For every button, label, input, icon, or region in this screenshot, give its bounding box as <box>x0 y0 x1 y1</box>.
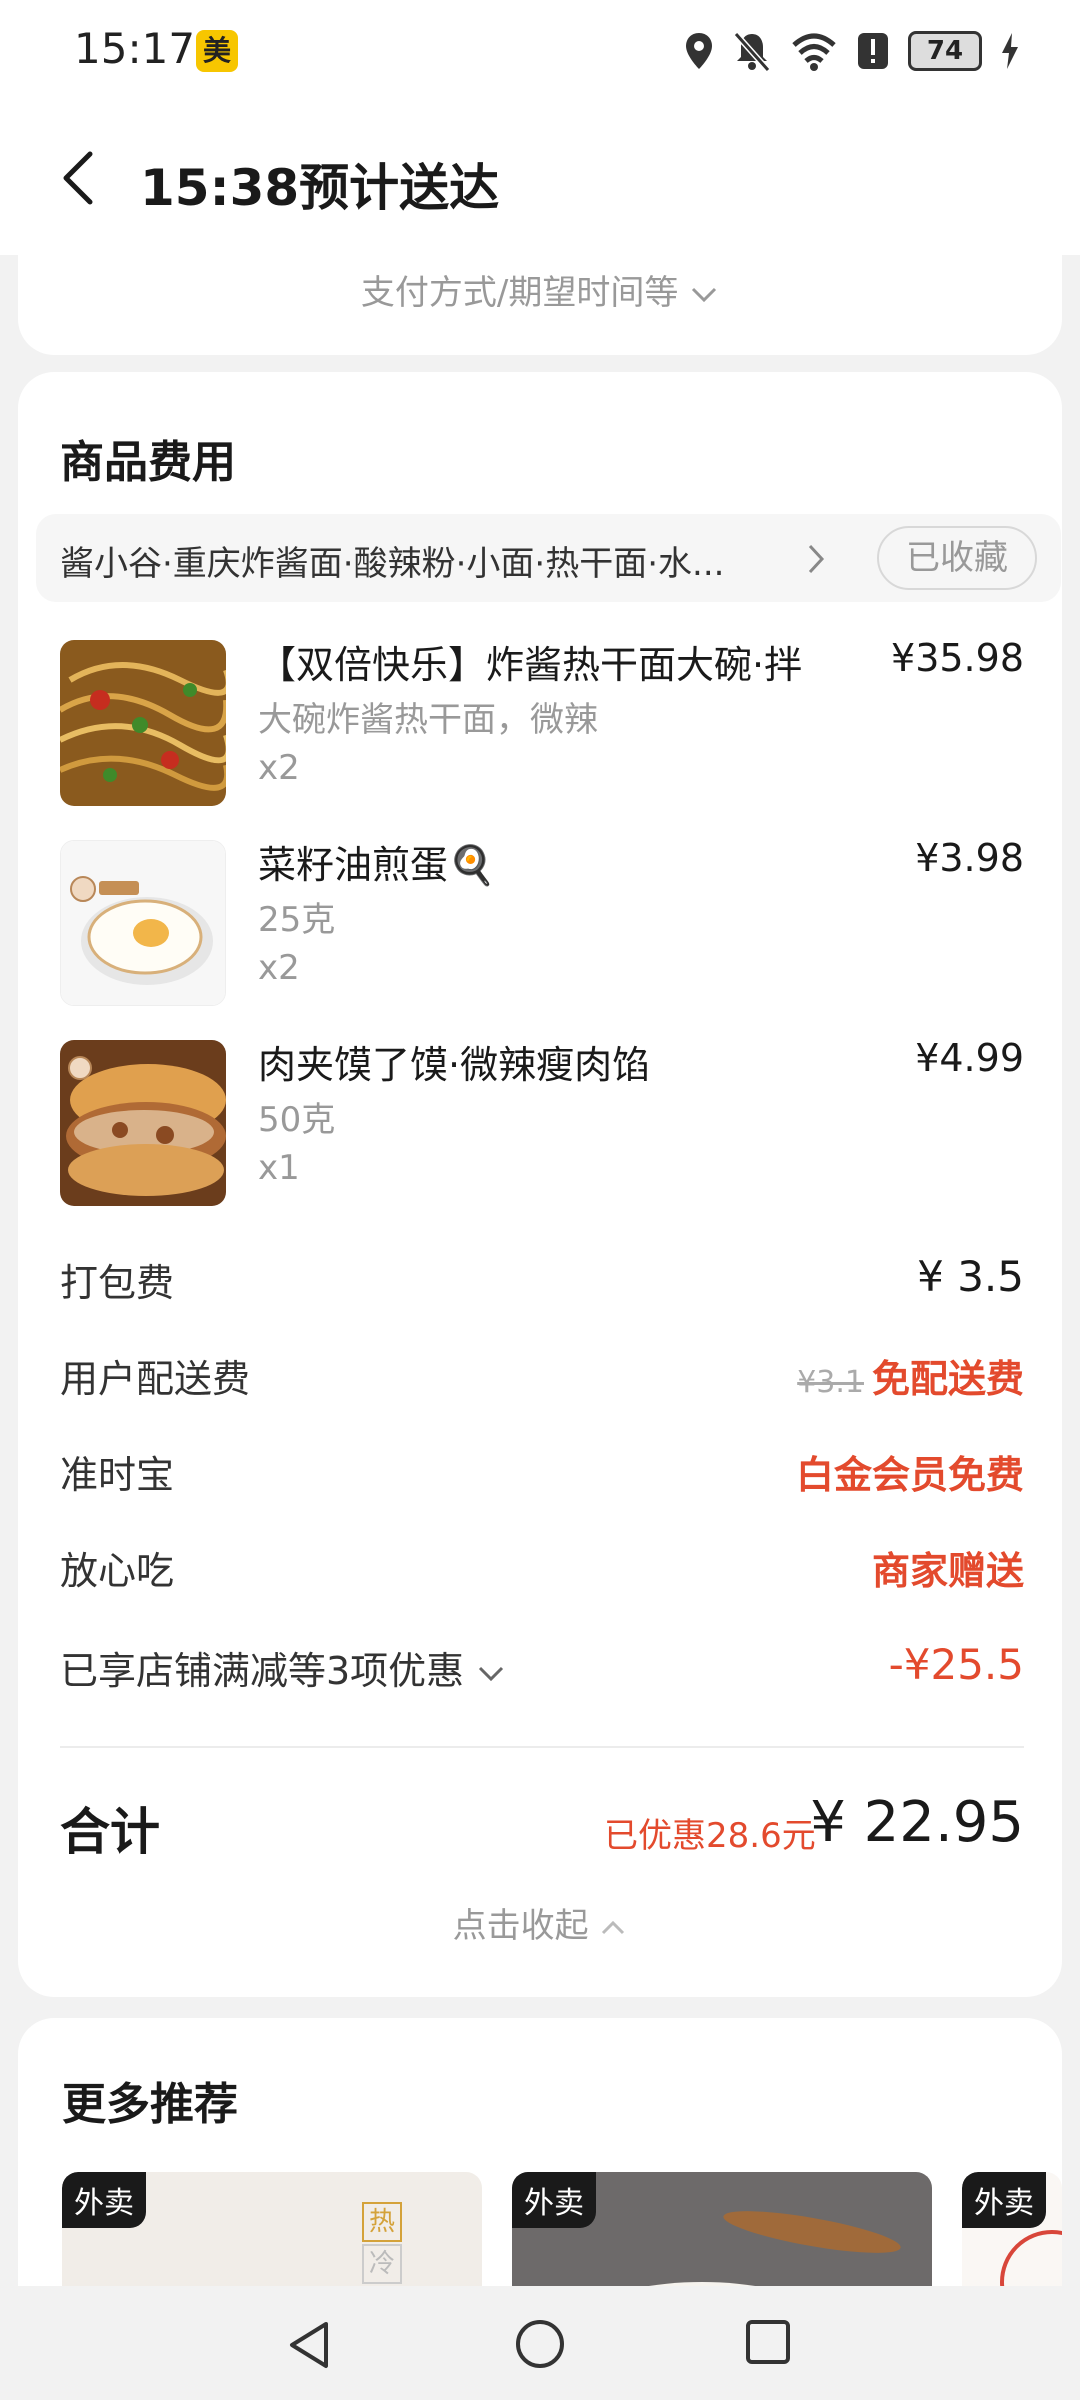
shop-row[interactable]: 酱小谷·重庆炸酱面·酸辣粉·小面·热干面·水... 已收藏 <box>36 514 1061 602</box>
list-item[interactable]: 【双倍快乐】炸酱热干面大碗·拌 大碗炸酱热干面，微辣 x2 ¥35.98 <box>60 636 1024 810</box>
fee-label: 准时宝 <box>60 1453 175 1497</box>
status-bar: 15:17 美 74 <box>0 0 1080 100</box>
free-delivery-label: 免配送费 <box>871 1357 1024 1401</box>
collapse-toggle[interactable]: 点击收起 <box>18 1898 1062 1947</box>
favorite-button[interactable]: 已收藏 <box>877 526 1037 590</box>
item-price: ¥3.98 <box>915 836 1024 880</box>
order-options-card: 支付方式/期望时间等 <box>18 255 1062 355</box>
fee-value: 商家赠送 <box>871 1549 1024 1593</box>
divider <box>60 1746 1024 1748</box>
total-amount: ¥ 22.95 <box>810 1790 1024 1855</box>
page-header: 15:38预计送达 <box>0 100 1080 255</box>
status-time: 15:17 <box>74 24 196 73</box>
ontime-guarantee-row: 准时宝 白金会员免费 <box>60 1444 1024 1504</box>
meituan-app-icon: 美 <box>196 30 238 72</box>
collapse-label: 点击收起 <box>452 1906 589 1946</box>
fee-label: 放心吃 <box>60 1549 175 1593</box>
shop-name: 酱小谷·重庆炸酱面·酸辣粉·小面·热干面·水... <box>60 544 725 584</box>
item-price: ¥4.99 <box>915 1036 1024 1080</box>
chevron-right-icon <box>808 544 825 574</box>
item-name: 肉夹馍了馍·微辣瘦肉馅 <box>258 1043 651 1087</box>
packing-fee-row: 打包费 ¥ 3.5 <box>60 1252 1024 1312</box>
chevron-down-icon <box>692 287 717 302</box>
cold-mark: 冷 <box>362 2244 402 2284</box>
back-arrow-icon[interactable] <box>56 148 106 208</box>
discount-row[interactable]: 已享店铺满减等3项优惠 -¥25.5 <box>60 1640 1024 1700</box>
wifi-icon <box>792 33 836 71</box>
status-icons: 74 <box>684 26 1020 76</box>
page-title: 15:38预计送达 <box>140 159 500 217</box>
item-spec: 大碗炸酱热干面，微辣 <box>258 700 598 740</box>
fee-label: 用户配送费 <box>60 1357 251 1401</box>
takeout-tag: 外卖 <box>512 2172 596 2228</box>
safe-eat-row: 放心吃 商家赠送 <box>60 1540 1024 1600</box>
fee-value: 白金会员免费 <box>795 1453 1024 1497</box>
nav-back-icon[interactable] <box>284 2318 334 2372</box>
system-nav-bar <box>0 2286 1080 2400</box>
list-item[interactable]: 菜籽油煎蛋🍳 25克 x2 ¥3.98 <box>60 836 1024 1010</box>
takeout-tag: 外卖 <box>962 2172 1046 2228</box>
noodle-thumbnail <box>60 640 226 806</box>
nav-recents-icon[interactable] <box>744 2318 792 2366</box>
goods-fee-card: 商品费用 酱小谷·重庆炸酱面·酸辣粉·小面·热干面·水... 已收藏 【双倍快乐… <box>18 372 1062 1997</box>
fee-label: 已享店铺满减等3项优惠 <box>60 1640 506 1695</box>
payment-options-label: 支付方式/期望时间等 <box>360 273 679 313</box>
nav-home-icon[interactable] <box>514 2318 566 2370</box>
item-name: 菜籽油煎蛋🍳 <box>258 843 496 887</box>
charging-icon <box>1002 33 1018 69</box>
list-item[interactable]: 肉夹馍了馍·微辣瘦肉馅 50克 x1 ¥4.99 <box>60 1036 1024 1210</box>
chevron-up-icon <box>602 1920 625 1934</box>
total-saved: 已优惠28.6元 <box>604 1816 816 1856</box>
hot-mark: 热 <box>362 2202 402 2242</box>
fee-value: ¥ 3.5 <box>917 1252 1024 1301</box>
fee-value: ¥3.1 免配送费 <box>797 1348 1024 1403</box>
item-spec: 25克 <box>258 900 336 940</box>
item-quantity: x2 <box>258 948 300 988</box>
roujiamo-thumbnail <box>60 1040 226 1206</box>
battery-indicator: 74 <box>908 31 982 71</box>
chevron-down-icon <box>479 1666 504 1681</box>
discount-label: 已享店铺满减等3项优惠 <box>60 1649 465 1693</box>
fee-value: -¥25.5 <box>888 1640 1024 1689</box>
item-name: 【双倍快乐】炸酱热干面大碗·拌 <box>258 643 803 687</box>
section-title: 商品费用 <box>60 437 236 488</box>
item-quantity: x2 <box>258 748 300 788</box>
takeout-tag: 外卖 <box>62 2172 146 2228</box>
item-spec: 50克 <box>258 1100 336 1140</box>
item-price: ¥35.98 <box>891 636 1024 680</box>
payment-options-toggle[interactable]: 支付方式/期望时间等 <box>18 265 1062 314</box>
fried-egg-thumbnail <box>60 840 226 1006</box>
mute-bell-icon <box>733 32 771 72</box>
fee-label: 打包费 <box>60 1261 175 1305</box>
original-delivery-fee: ¥3.1 <box>797 1365 864 1400</box>
total-label: 合计 <box>60 1803 160 1861</box>
item-quantity: x1 <box>258 1148 300 1188</box>
alert-icon <box>858 33 888 69</box>
delivery-fee-row: 用户配送费 ¥3.1 免配送费 <box>60 1348 1024 1408</box>
recommendation-title: 更多推荐 <box>62 2079 238 2130</box>
location-icon <box>686 33 712 69</box>
